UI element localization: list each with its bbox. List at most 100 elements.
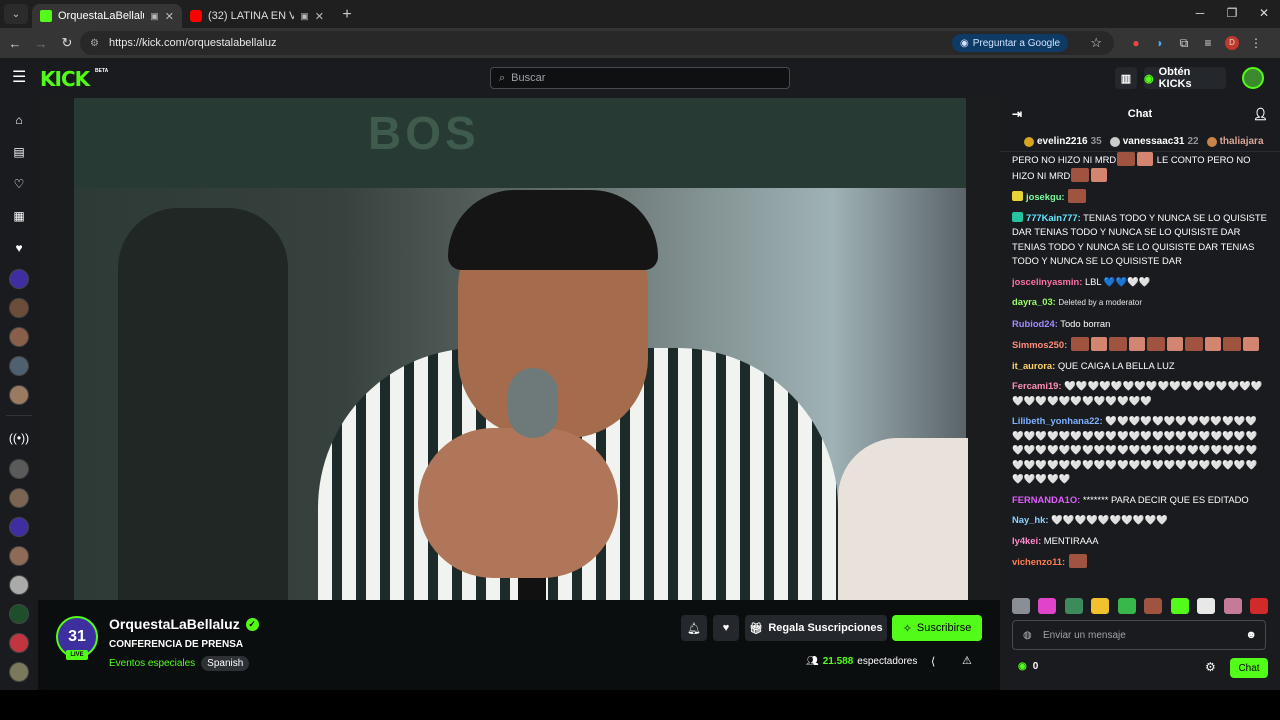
chat-username[interactable]: Simmos250: — [1012, 339, 1067, 350]
recommended-channel-avatar[interactable] — [9, 487, 29, 508]
chat-users-icon[interactable]: 👤︎ — [1253, 107, 1268, 121]
recommended-channel-avatar[interactable] — [9, 603, 29, 624]
reload-icon[interactable]: ↻ — [54, 30, 80, 56]
gifter-item[interactable]: thaliajara — [1206, 136, 1264, 147]
kick-points[interactable]: ◉ 0 — [1018, 661, 1038, 672]
chat-settings-icon[interactable]: ⚙ — [1205, 660, 1216, 674]
extensions-puzzle-icon[interactable]: ⧉ — [1172, 31, 1196, 55]
emote-icon[interactable] — [1197, 598, 1216, 614]
recommended-channel-avatar[interactable] — [9, 458, 29, 479]
url-field[interactable]: ⚙ https://kick.com/orquestalabellaluz ◉ P… — [80, 31, 1114, 55]
chat-username[interactable]: Lilibeth_yonhana22: — [1012, 415, 1103, 426]
bottom-margin — [0, 690, 1280, 720]
share-icon[interactable]: ⟨ — [931, 655, 935, 668]
home-icon[interactable]: ⌂ — [9, 110, 29, 130]
recommended-channel-avatar[interactable] — [9, 516, 29, 537]
maximize-icon[interactable]: ❐ — [1216, 0, 1248, 26]
emote-icon[interactable] — [1012, 598, 1030, 614]
followed-channel-avatar[interactable] — [9, 384, 29, 405]
followed-channel-avatar[interactable] — [9, 355, 29, 376]
browser-tab-youtube[interactable]: (32) LATINA EN VIVO: NOTI ▣ ✕ — [182, 4, 332, 28]
follow-button[interactable]: ♥ — [713, 615, 739, 641]
kick-logo[interactable]: KICK — [40, 67, 90, 91]
reading-list-icon[interactable]: ≡ — [1196, 31, 1220, 55]
chat-username[interactable]: Rubiod24: — [1012, 318, 1058, 329]
tab-title: OrquestaLaBellaluz Stream — [58, 10, 144, 22]
recommended-channel-avatar[interactable] — [9, 661, 29, 682]
language-tag[interactable]: Spanish — [201, 656, 250, 671]
chat-username[interactable]: it_aurora: — [1012, 360, 1055, 371]
layout-button[interactable]: ▥ — [1115, 67, 1137, 89]
emote-icon[interactable] — [1091, 598, 1110, 614]
category-link[interactable]: Eventos especiales — [109, 658, 195, 669]
chat-username[interactable]: FERNANDA1O: — [1012, 494, 1080, 505]
recommended-channel-avatar[interactable] — [9, 632, 29, 653]
new-tab-button[interactable]: + — [336, 4, 358, 26]
tab-search-button[interactable]: ⌄ — [4, 4, 28, 24]
menu-icon[interactable]: ☰ — [12, 70, 30, 86]
user-avatar[interactable] — [1242, 67, 1264, 89]
browse-icon[interactable]: ▤ — [9, 142, 29, 162]
site-info-icon[interactable]: ⚙ — [90, 38, 99, 49]
chat-username[interactable]: ly4kei: — [1012, 535, 1041, 546]
chat-username[interactable]: joscelinyasmin: — [1012, 276, 1082, 287]
bookmark-star-icon[interactable]: ☆ — [1090, 35, 1102, 51]
emote-icon[interactable] — [1144, 598, 1163, 614]
chat-username[interactable]: vichenzo11: — [1012, 556, 1065, 567]
report-warning-icon[interactable]: ⚠ — [962, 654, 972, 667]
tab-close-icon[interactable]: ✕ — [165, 10, 174, 23]
collapse-chat-icon[interactable]: ⇥ — [1012, 107, 1022, 121]
emote-icon[interactable] — [1117, 598, 1136, 614]
chat-username[interactable]: dayra_03: — [1012, 296, 1056, 307]
minimize-icon[interactable]: ─ — [1184, 0, 1216, 26]
channel-info: 31 LIVE OrquestaLaBellaluz ✓ CONFERENCIA… — [38, 600, 1000, 690]
gifter-item[interactable]: evelin2216 35 — [1024, 136, 1102, 147]
search-icon: ⌕ — [499, 71, 506, 84]
browser-tab-kick[interactable]: OrquestaLaBellaluz Stream ▣ ✕ — [32, 4, 182, 28]
emote-icon[interactable] — [1170, 598, 1189, 614]
emote-icon[interactable] — [1249, 598, 1268, 614]
subscribe-button[interactable]: ✧ Suscribirse — [892, 615, 982, 641]
chat-username[interactable]: Nay_hk: — [1012, 514, 1048, 525]
emote-icon[interactable] — [1064, 598, 1083, 614]
recommended-channel-avatar[interactable] — [9, 574, 29, 595]
tab-audio-icon: ▣ — [300, 10, 309, 21]
chat-panel: ⇥ Chat 👤︎ evelin2216 35 vanessaac31 22 tha… — [1000, 98, 1280, 690]
live-badge: LIVE — [66, 650, 88, 660]
chat-emote — [1204, 337, 1221, 351]
subscribe-label: Suscribirse — [916, 622, 972, 634]
search-input[interactable]: ⌕ Buscar — [490, 67, 790, 89]
notifications-button[interactable]: 🔔︎ — [681, 615, 707, 641]
chat-username[interactable]: josekgu: — [1026, 191, 1065, 202]
emote-icon[interactable] — [1223, 598, 1242, 614]
send-chat-button[interactable]: Chat — [1230, 658, 1268, 678]
channel-name[interactable]: OrquestaLaBellaluz ✓ — [109, 616, 259, 632]
ask-google-button[interactable]: ◉ Preguntar a Google — [951, 34, 1068, 52]
gift-subs-button[interactable]: 🎁︎ Regala Suscripciones — [745, 615, 887, 641]
emote-icon[interactable] — [1038, 598, 1057, 614]
extension-icon[interactable]: ◗ — [1148, 31, 1172, 55]
chat-username[interactable]: Fercami19: — [1012, 380, 1062, 391]
chat-message-input[interactable]: ◍ Enviar un mensaje ☻ — [1012, 620, 1266, 650]
extension-icon[interactable]: ● — [1124, 31, 1148, 55]
video-player[interactable]: BOS — [38, 98, 1000, 600]
back-icon[interactable]: ← — [2, 30, 28, 56]
followed-channel-avatar[interactable] — [9, 268, 29, 289]
followed-channel-avatar[interactable] — [9, 297, 29, 318]
chat-username[interactable]: 777Kain777: — [1026, 212, 1081, 223]
chat-message: dayra_03: Deleted by a moderator — [1012, 295, 1268, 311]
browser-menu-icon[interactable]: ⋮ — [1244, 31, 1268, 55]
top-charts-icon[interactable]: ▦ — [9, 206, 29, 226]
get-kicks-button[interactable]: ◉ Obtén KICKs — [1144, 66, 1226, 90]
forward-icon[interactable]: → — [28, 30, 54, 56]
following-icon[interactable]: ♡ — [9, 174, 29, 194]
close-window-icon[interactable]: ✕ — [1248, 0, 1280, 26]
tab-close-icon[interactable]: ✕ — [315, 10, 324, 23]
emoji-picker-icon[interactable]: ☻ — [1245, 629, 1257, 641]
profile-avatar-icon[interactable]: D — [1220, 31, 1244, 55]
chat-emote — [1091, 167, 1108, 182]
chat-badge-icon[interactable]: ◍ — [1023, 630, 1032, 641]
gifter-item[interactable]: vanessaac31 22 — [1109, 136, 1199, 147]
recommended-channel-avatar[interactable] — [9, 545, 29, 566]
followed-channel-avatar[interactable] — [9, 326, 29, 347]
